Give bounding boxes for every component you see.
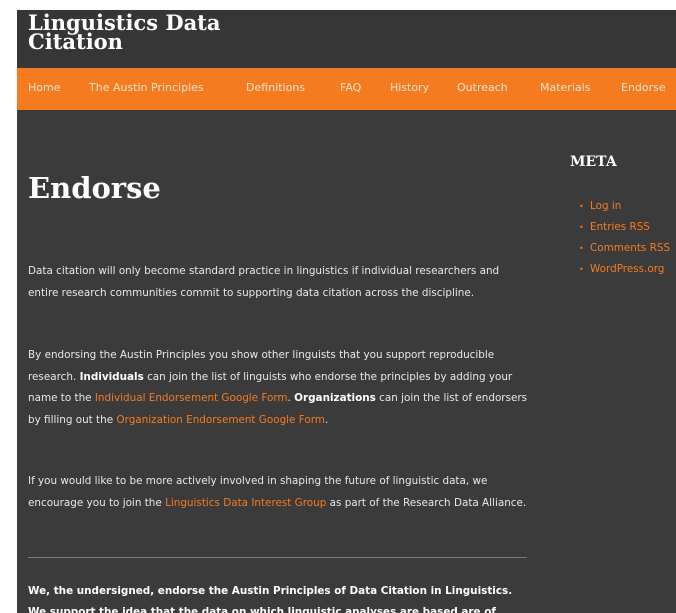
log-in-link[interactable]: Log in [590, 196, 621, 217]
site-title[interactable]: Linguistics Data Citation [28, 12, 328, 52]
comments-rss-link[interactable]: Comments RSS [590, 238, 670, 259]
meta-heading: META [570, 154, 617, 170]
involvement-paragraph: If you would like to be more actively in… [28, 471, 528, 514]
text: as part of the Research Data Alliance. [326, 496, 527, 509]
organization-endorsement-form-link[interactable]: Organization Endorsement Google Form [116, 414, 325, 426]
divider [28, 557, 527, 558]
individual-endorsement-form-link[interactable]: Individual Endorsement Google Form [95, 392, 288, 404]
wordpress-org-link[interactable]: WordPress.org [590, 259, 664, 280]
interest-group-link[interactable]: Linguistics Data Interest Group [165, 497, 326, 509]
entries-rss-link[interactable]: Entries RSS [590, 217, 650, 238]
endorse-paragraph: By endorsing the Austin Principles you s… [28, 345, 528, 431]
intro-paragraph: Data citation will only become standard … [28, 265, 500, 299]
organizations-label: Organizations [294, 392, 376, 404]
nav-item-history[interactable]: History [390, 81, 429, 95]
bullet-icon: • [579, 265, 584, 274]
nav-item-home[interactable]: Home [28, 81, 60, 95]
individuals-label: Individuals [79, 370, 144, 383]
site-header: Linguistics Data Citation [17, 10, 676, 68]
nav-item-outreach[interactable]: Outreach [457, 81, 508, 95]
bullet-icon: • [579, 244, 584, 253]
nav-item-definitions[interactable]: Definitions [246, 81, 305, 95]
nav-item-endorse[interactable]: Endorse [621, 81, 666, 95]
text: . [324, 413, 329, 426]
nav-item-faq[interactable]: FAQ [340, 81, 361, 95]
bullet-icon: • [579, 202, 584, 211]
page-title: Endorse [28, 171, 161, 205]
main-navigation: Home The Austin Principles Definitions F… [17, 68, 676, 110]
endorsement-statement: We, the undersigned, endorse the Austin … [28, 585, 513, 613]
nav-item-austin-principles[interactable]: The Austin Principles [89, 81, 204, 95]
bullet-icon: • [579, 223, 584, 232]
nav-item-materials[interactable]: Materials [540, 81, 590, 95]
browser-viewport: Linguistics Data Citation Home The Austi… [17, 10, 676, 613]
